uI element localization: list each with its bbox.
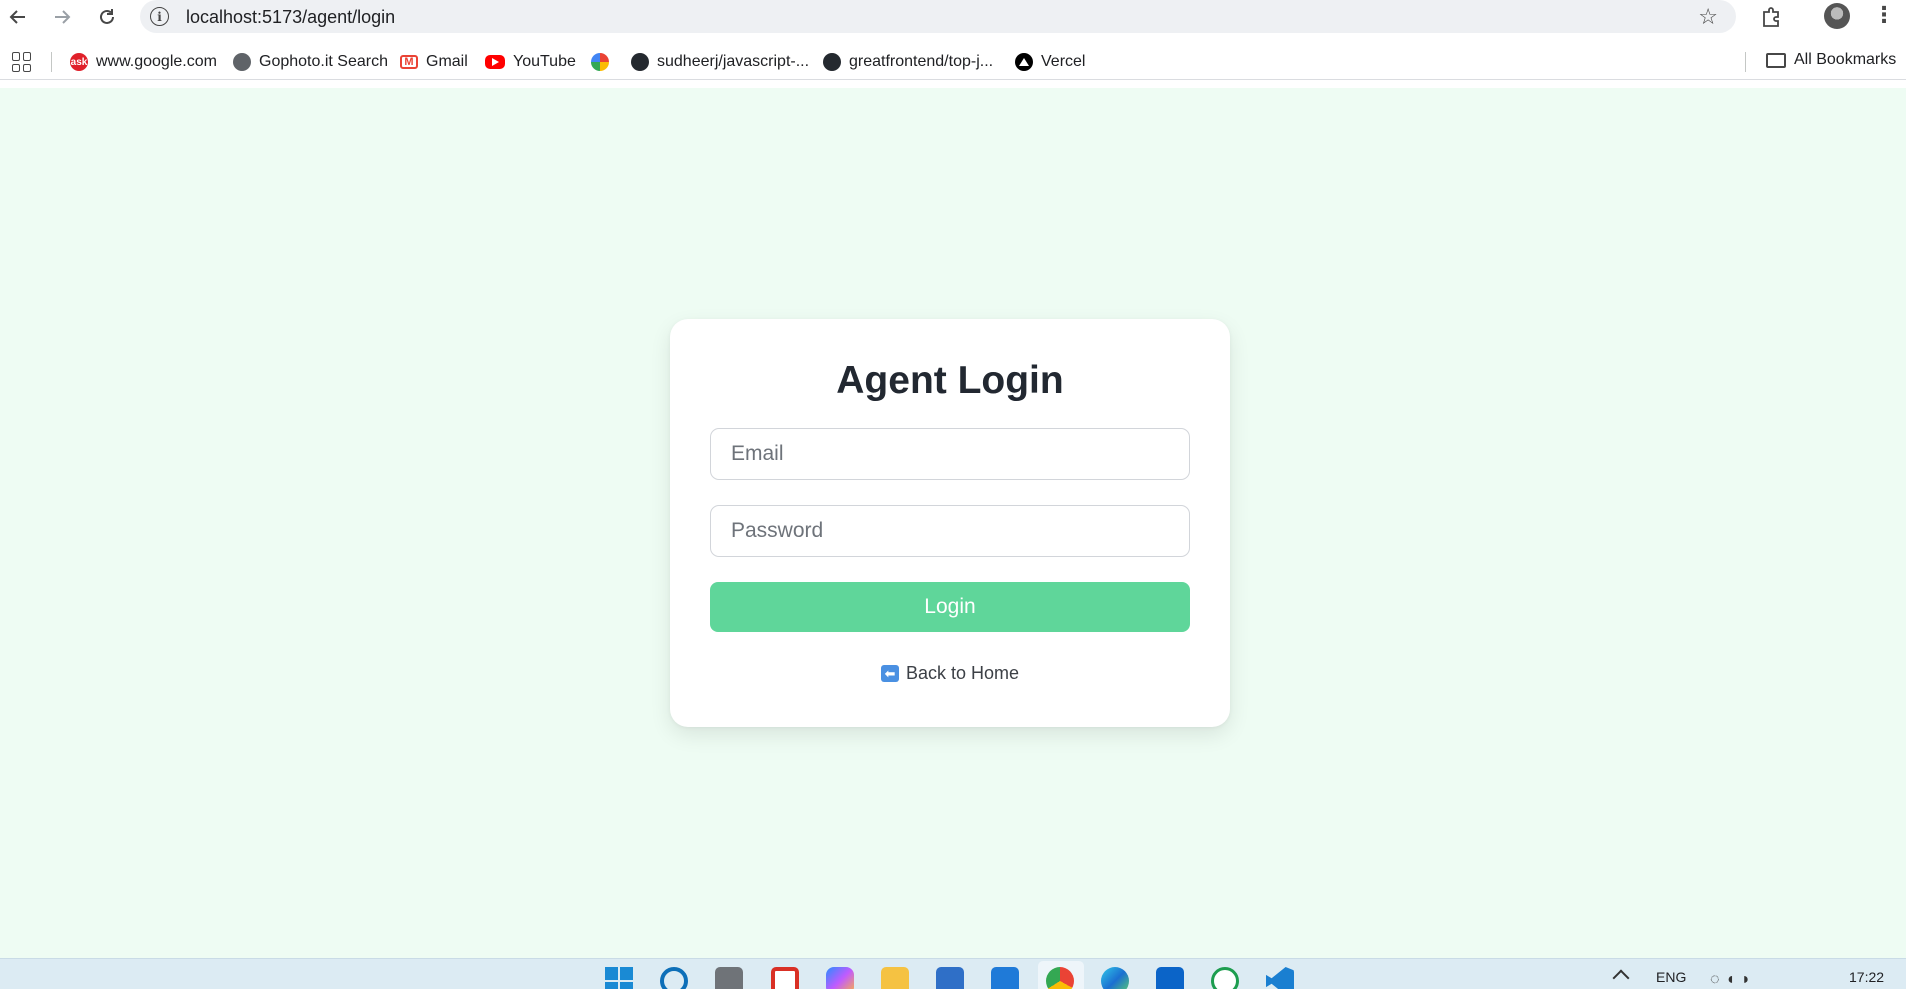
bookmark-photos[interactable] — [591, 51, 609, 73]
bookmark-gophoto[interactable]: Gophoto.it Search — [233, 51, 388, 73]
vscode-icon[interactable] — [1266, 967, 1294, 989]
email-field[interactable] — [710, 428, 1190, 480]
bookmark-label: Gmail — [426, 53, 468, 70]
github-icon — [823, 53, 841, 71]
extensions-icon[interactable] — [1757, 3, 1785, 31]
page-title: Agent Login — [836, 359, 1064, 402]
gmail-icon: M — [400, 55, 418, 69]
login-card: Agent Login Login ⬅ Back to Home — [670, 319, 1230, 727]
bookmark-label: sudheerj/javascript-... — [657, 53, 810, 70]
bookmark-label: greatfrontend/top-j... — [849, 53, 994, 70]
search-icon[interactable] — [660, 967, 688, 989]
all-bookmarks-divider — [1745, 52, 1746, 72]
browser-menu-icon[interactable]: ⋮ — [1873, 2, 1895, 28]
back-to-home-label: Back to Home — [905, 663, 1020, 683]
password-field[interactable] — [710, 505, 1190, 557]
copilot-icon[interactable] — [826, 967, 854, 989]
store-icon[interactable] — [936, 967, 964, 989]
bookmarks-bar: ask www.google.com Gophoto.it Search M G… — [0, 43, 1906, 80]
whatsapp-icon[interactable] — [1211, 967, 1239, 989]
address-bar[interactable]: i localhost:5173/agent/login ☆ — [140, 0, 1736, 33]
bookmarks-divider — [51, 52, 52, 72]
edge-icon[interactable] — [1101, 967, 1129, 989]
bookmark-youtube[interactable]: YouTube — [485, 51, 576, 73]
clock[interactable]: 17:22 — [1849, 969, 1884, 985]
reload-button[interactable] — [94, 4, 120, 30]
bookmark-label: Vercel — [1041, 53, 1086, 70]
page-background: Agent Login Login ⬅ Back to Home — [0, 88, 1906, 958]
task-view-icon[interactable] — [715, 967, 743, 989]
apps-grid-icon[interactable] — [12, 52, 32, 72]
bookmark-sudheerj[interactable]: sudheerj/javascript-... — [631, 51, 809, 73]
gmail-app-icon[interactable] — [771, 967, 799, 989]
vercel-icon — [1015, 53, 1033, 71]
bookmark-star-icon[interactable]: ☆ — [1698, 4, 1718, 30]
bookmark-label: Gophoto.it Search — [259, 53, 388, 70]
os-taskbar: ENG ◌◖◗ 17:22 — [0, 958, 1906, 989]
bookmark-label: www.google.com — [96, 53, 217, 70]
language-indicator[interactable]: ENG — [1656, 969, 1686, 985]
folder-icon — [1766, 52, 1786, 68]
url-text[interactable]: localhost:5173/agent/login — [186, 7, 395, 28]
globe-icon — [233, 53, 251, 71]
bookmark-google[interactable]: ask www.google.com — [70, 51, 217, 73]
windows-start-icon[interactable] — [605, 967, 633, 989]
photos-icon — [591, 53, 609, 71]
arrow-right-icon — [55, 10, 71, 24]
file-explorer-icon[interactable] — [881, 967, 909, 989]
ask-icon: ask — [70, 53, 88, 71]
back-to-home-link[interactable]: ⬅ Back to Home — [670, 663, 1230, 684]
bookmark-label: YouTube — [513, 53, 576, 70]
github-icon — [631, 53, 649, 71]
outlook-icon[interactable] — [1156, 967, 1184, 989]
all-bookmarks-label: All Bookmarks — [1794, 51, 1897, 68]
profile-avatar[interactable] — [1824, 3, 1850, 29]
arrow-left-icon — [9, 10, 25, 24]
site-info-icon[interactable]: i — [150, 7, 169, 26]
youtube-icon — [485, 55, 505, 69]
show-hidden-icons-chevron-icon[interactable] — [1612, 969, 1630, 987]
all-bookmarks-button[interactable]: All Bookmarks — [1766, 51, 1896, 69]
forward-button[interactable] — [49, 4, 75, 30]
bookmark-vercel[interactable]: Vercel — [1015, 51, 1085, 73]
visual-studio-icon[interactable] — [991, 967, 1019, 989]
back-button[interactable] — [5, 4, 31, 30]
browser-toolbar: i localhost:5173/agent/login ☆ ⋮ — [0, 0, 1906, 34]
login-button[interactable]: Login — [710, 582, 1190, 632]
system-tray-icons[interactable]: ◌◖◗ — [1710, 971, 1757, 989]
chrome-icon[interactable] — [1046, 967, 1074, 989]
bookmark-gmail[interactable]: M Gmail — [400, 51, 468, 73]
left-arrow-icon: ⬅ — [880, 665, 899, 682]
bookmark-greatfrontend[interactable]: greatfrontend/top-j... — [823, 51, 993, 73]
reload-icon — [100, 9, 114, 24]
